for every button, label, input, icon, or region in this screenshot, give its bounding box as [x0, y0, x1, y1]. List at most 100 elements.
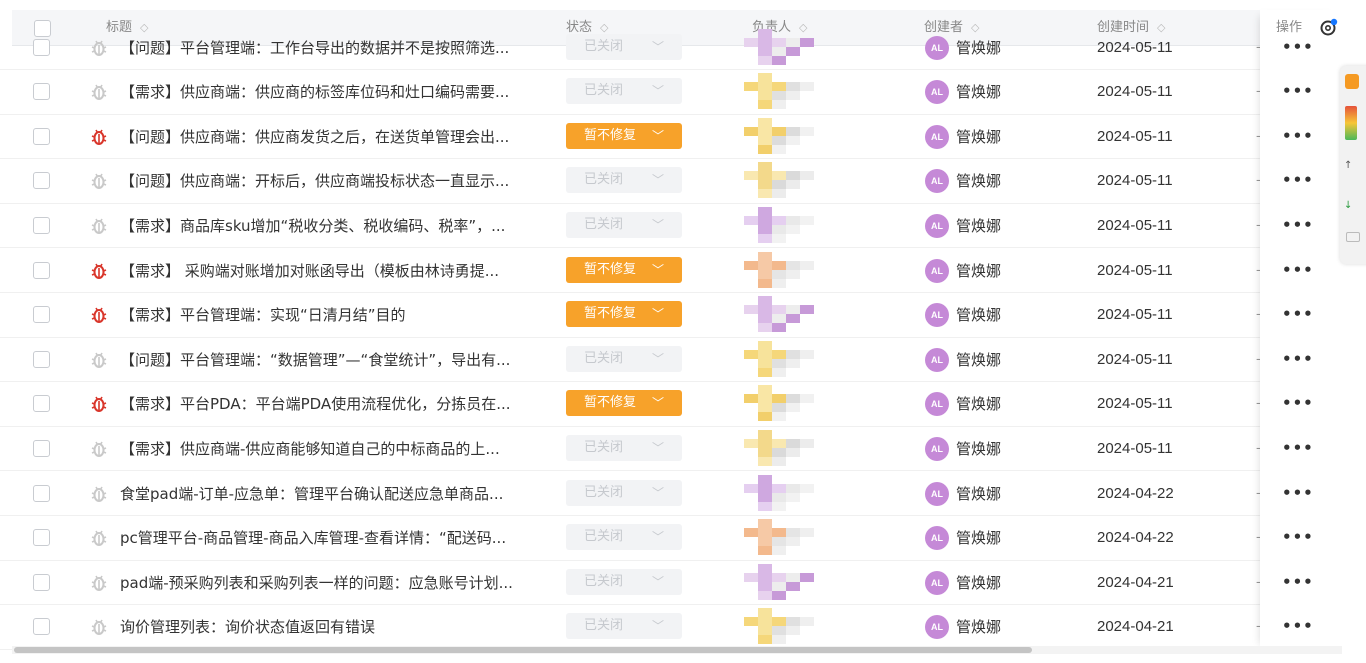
blur-pixel	[786, 572, 800, 582]
bug-icon	[90, 262, 108, 280]
scrollbar-thumb[interactable]	[14, 647, 1032, 653]
row-checkbox[interactable]	[33, 216, 50, 234]
table-row[interactable]: 询价管理列表：询价状态值返回有错误 已关闭 ﹀ AL 管焕娜 2024-04-21-	[0, 605, 1261, 650]
more-actions-button[interactable]: •••	[1282, 439, 1314, 457]
blur-pixel	[758, 73, 772, 83]
status-select[interactable]: 暂不修复 ﹀	[566, 122, 682, 149]
more-actions-button[interactable]: •••	[1282, 171, 1314, 189]
issue-title-link[interactable]: 【问题】供应商端：开标后，供应商端投标状态一直显示...	[120, 159, 530, 203]
status-select[interactable]: 已关闭 ﹀	[566, 167, 682, 194]
status-select[interactable]: 已关闭 ﹀	[566, 434, 682, 461]
row-checkbox[interactable]	[33, 350, 50, 368]
table-row[interactable]: 【问题】供应商端：开标后，供应商端投标状态一直显示... 已关闭 ﹀ AL 管焕娜 202…	[0, 159, 1261, 204]
issue-title-link[interactable]: 【需求】供应商端：供应商的标签库位码和灶口编码需要...	[120, 70, 530, 114]
blur-pixel	[800, 305, 814, 315]
issue-title-link[interactable]: 食堂pad端-订单-应急单：管理平台确认配送应急单商品...	[120, 472, 530, 516]
table-row[interactable]: 【问题】平台管理端：“数据管理”—“食堂统计”，导出有... 已关闭 ﹀ AL 管焕娜 2…	[0, 338, 1261, 383]
table-row[interactable]: pad端-预采购列表和采购列表一样的问题：应急账号计划... 已关闭 ﹀ AL 管焕娜 2…	[0, 561, 1261, 606]
more-actions-button[interactable]: •••	[1282, 38, 1314, 56]
blur-pixel	[758, 474, 772, 484]
row-checkbox[interactable]	[33, 529, 50, 547]
more-actions-button[interactable]: •••	[1282, 127, 1314, 145]
row-checkbox[interactable]	[33, 395, 50, 413]
blur-pixel	[758, 100, 772, 110]
blur-pixel	[772, 189, 786, 199]
issue-title-link[interactable]: 【问题】平台管理端：工作台导出的数据并不是按照筛选...	[120, 26, 530, 70]
table-row[interactable]: 【需求】平台管理端：实现“日清月结”目的 暂不修复 ﹀ AL 管焕娜 2024-05-11…	[0, 293, 1261, 338]
blur-pixel	[786, 180, 800, 190]
blur-pixel	[758, 403, 772, 413]
more-actions-button[interactable]: •••	[1282, 350, 1314, 368]
table-row[interactable]: pc管理平台-商品管理-商品入库管理-查看详情：“配送码... 已关闭 ﹀ AL 管焕娜…	[0, 516, 1261, 561]
assignee-avatar-blurred	[744, 251, 840, 290]
more-actions-button[interactable]: •••	[1282, 82, 1314, 100]
row-checkbox[interactable]	[33, 573, 50, 591]
table-row[interactable]: 【需求】平台PDA：平台端PDA使用流程优化，分拣员在... 暂不修复 ﹀ AL 管焕娜…	[0, 382, 1261, 427]
issue-title-link[interactable]: pc管理平台-商品管理-商品入库管理-查看详情：“配送码...	[120, 516, 530, 560]
issue-title-link[interactable]: 【问题】平台管理端：“数据管理”—“食堂统计”，导出有...	[120, 338, 530, 382]
blur-pixel	[758, 224, 772, 234]
status-select[interactable]: 已关闭 ﹀	[566, 345, 682, 372]
table-row[interactable]: 食堂pad端-订单-应急单：管理平台确认配送应急单商品... 已关闭 ﹀ AL 管焕娜 2…	[0, 472, 1261, 517]
table-row[interactable]: 【需求】 采购端对账增加对账函导出（模板由林诗勇提... 暂不修复 ﹀ AL 管焕娜 20…	[0, 249, 1261, 294]
more-actions-button[interactable]: •••	[1282, 484, 1314, 502]
network-monitor-widget[interactable]: ↑ ↓	[1340, 66, 1366, 264]
assignee-avatar-blurred	[744, 385, 840, 423]
table-row[interactable]: 【需求】供应商端：供应商的标签库位码和灶口编码需要... 已关闭 ﹀ AL 管焕娜 202…	[0, 70, 1261, 115]
row-checkbox[interactable]	[33, 439, 50, 457]
status-select[interactable]: 暂不修复 ﹀	[566, 256, 682, 283]
table-row[interactable]: 【问题】平台管理端：工作台导出的数据并不是按照筛选... 已关闭 ﹀ AL 管焕娜 202…	[0, 26, 1261, 71]
status-select[interactable]: 已关闭 ﹀	[566, 479, 682, 506]
issue-title-link[interactable]: 【问题】供应商端：供应商发货之后，在送货单管理会出...	[120, 115, 530, 159]
blur-pixel	[744, 394, 758, 404]
status-select[interactable]: 已关闭 ﹀	[566, 524, 682, 551]
status-select[interactable]: 暂不修复 ﹀	[566, 301, 682, 328]
blur-pixel	[800, 394, 814, 404]
status-select[interactable]: 已关闭 ﹀	[566, 33, 682, 60]
more-actions-button[interactable]: •••	[1282, 216, 1314, 234]
more-actions-button[interactable]: •••	[1282, 394, 1314, 412]
issue-title-link[interactable]: pad端-预采购列表和采购列表一样的问题：应急账号计划...	[120, 561, 530, 605]
issue-title-link[interactable]: 【需求】供应商端-供应商能够知道自己的中标商品的上...	[120, 427, 530, 471]
blur-pixel	[758, 590, 772, 600]
row-checkbox[interactable]	[33, 261, 50, 279]
table-row[interactable]: 【问题】供应商端：供应商发货之后，在送货单管理会出... 暂不修复 ﹀ AL 管焕娜 20…	[0, 115, 1261, 160]
bug-icon	[90, 217, 108, 235]
created-date: 2024-05-11	[1097, 38, 1173, 56]
row-checkbox[interactable]	[33, 618, 50, 636]
blur-pixel	[772, 528, 786, 538]
status-select[interactable]: 已关闭 ﹀	[566, 211, 682, 238]
column-settings-icon[interactable]	[1318, 18, 1338, 38]
row-checkbox[interactable]	[33, 306, 50, 324]
row-checkbox[interactable]	[33, 38, 50, 56]
more-actions-button[interactable]: •••	[1282, 617, 1314, 635]
row-checkbox[interactable]	[33, 172, 50, 190]
row-checkbox[interactable]	[33, 127, 50, 145]
table-row[interactable]: 【需求】商品库sku增加“税收分类、税收编码、税率”，... 已关闭 ﹀ AL 管焕娜 2…	[0, 204, 1261, 249]
issue-title-link[interactable]: 【需求】商品库sku增加“税收分类、税收编码、税率”，...	[120, 204, 530, 248]
blur-pixel	[744, 37, 758, 47]
status-select[interactable]: 已关闭 ﹀	[566, 568, 682, 595]
row-checkbox[interactable]	[33, 83, 50, 101]
status-select[interactable]: 已关闭 ﹀	[566, 613, 682, 640]
issue-title-link[interactable]: 【需求】平台管理端：实现“日清月结”目的	[120, 293, 530, 337]
chevron-down-icon: ﹀	[651, 173, 664, 188]
more-actions-button[interactable]: •••	[1282, 305, 1314, 323]
more-actions-button[interactable]: •••	[1282, 528, 1314, 546]
creator-name: 管焕娜	[956, 216, 1002, 235]
row-checkbox[interactable]	[33, 484, 50, 502]
assignee-avatar-blurred	[744, 117, 840, 156]
more-actions-button[interactable]: •••	[1282, 261, 1314, 279]
issue-title-link[interactable]: 【需求】 采购端对账增加对账函导出（模板由林诗勇提...	[120, 249, 530, 293]
blur-pixel	[758, 537, 772, 547]
status-select[interactable]: 暂不修复 ﹀	[566, 390, 682, 417]
table-row[interactable]: 【需求】供应商端-供应商能够知道自己的中标商品的上... 已关闭 ﹀ AL 管焕娜 202…	[0, 427, 1261, 472]
issue-title-link[interactable]: 【需求】平台PDA：平台端PDA使用流程优化，分拣员在...	[120, 382, 530, 426]
status-select[interactable]: 已关闭 ﹀	[566, 78, 682, 105]
blur-pixel	[772, 403, 786, 413]
issue-title-link[interactable]: 询价管理列表：询价状态值返回有错误	[120, 605, 530, 649]
creator-name: 管焕娜	[956, 172, 1002, 191]
blur-pixel	[758, 278, 772, 288]
more-actions-button[interactable]: •••	[1282, 573, 1314, 591]
blur-pixel	[772, 349, 786, 359]
